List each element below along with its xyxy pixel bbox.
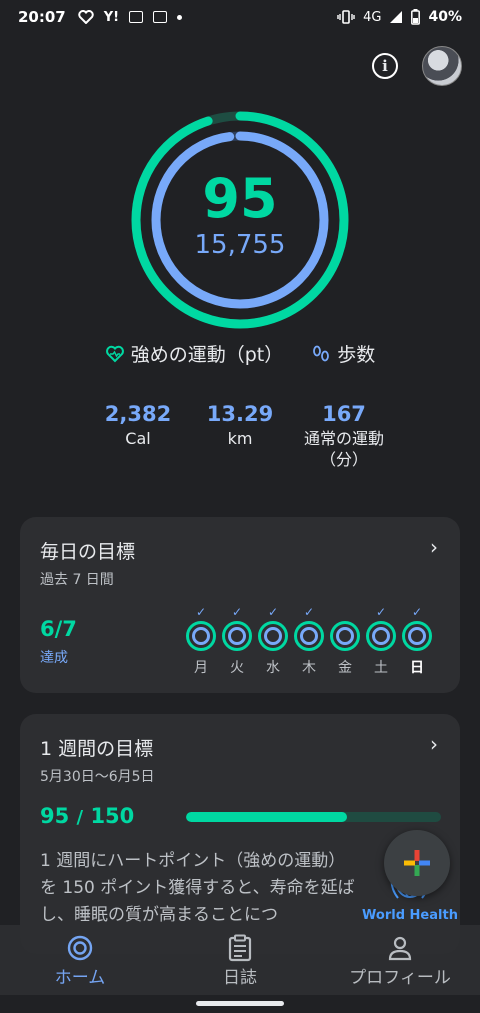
daily-goal-achieved: 6/7 [40,617,77,641]
stat-distance: 13.29 km [200,402,280,450]
signal-icon [390,11,403,23]
stat-calories: 2,382 Cal [98,402,178,450]
dot-icon [177,14,183,20]
day-label: 日 [410,660,424,676]
daily-goal-title: 毎日の目標 [40,541,136,563]
day-label: 月 [194,660,208,676]
check-icon: ✓ [303,605,315,619]
day-ring [366,621,396,651]
stat-value: 13.29 [206,402,274,426]
plus-icon [404,850,430,876]
info-icon[interactable]: i [372,53,398,79]
day-ring [294,621,324,651]
avatar[interactable] [422,46,462,86]
check-icon: ✓ [195,605,207,619]
day-ring [402,621,432,651]
bottom-navigation: ホーム 日誌 プロフィール [0,925,480,995]
day-label: 水 [266,660,280,676]
weekly-goal-current: 95 [40,804,70,828]
profile-icon [388,936,412,961]
legend-steps-label: 歩数 [337,344,376,366]
stat-move-minutes: 167 通常の運動（分） [296,402,392,471]
ring-values: 95 15,755 [130,110,350,330]
day-label: 火 [230,660,244,676]
yahoo-icon: Y! [103,9,120,25]
heart-points-icon [105,345,124,362]
status-bar: 20:07 Y! 4G 40% [0,0,480,34]
nav-home[interactable]: ホーム [52,933,108,988]
daily-goal-subtitle: 過去 7 日間 [40,572,114,588]
nav-journal[interactable]: 日誌 [212,933,268,988]
weekly-goal-title: 1 週間の目標 [40,738,154,760]
stat-value: 167 [322,402,366,426]
notification-icon [153,11,168,23]
weekly-goal-date-range: 5月30日～6月5日 [40,769,155,785]
journal-icon [228,934,252,962]
day-item: 金 [330,605,360,677]
weekly-goal-card[interactable]: 1 週間の目標 5月30日～6月5日 › 95 / 150 1 週間にハートポイ… [20,714,460,954]
status-right: 4G 40% [337,9,462,25]
stat-label: Cal [125,429,151,448]
check-icon: ✓ [411,605,423,619]
home-icon [67,935,93,961]
day-item: ✓ 木 [294,605,324,677]
nav-label: ホーム [54,968,106,988]
day-ring [330,621,360,651]
day-ring [186,621,216,651]
heart-points-value: 95 [202,167,278,230]
nav-label: プロフィール [349,968,451,988]
check-icon: ✓ [267,605,279,619]
add-activity-button[interactable] [384,830,450,896]
daily-goal-achieved-label: 達成 [40,650,68,666]
weekly-goal-separator: / [76,807,84,828]
day-label: 土 [374,660,388,676]
network-type: 4G [363,9,382,25]
stat-label: km [227,429,253,448]
day-ring [222,621,252,651]
legend-heart-label: 強めの運動（pt） [130,344,284,366]
weekly-goal-description: 1 週間にハートポイント（強めの運動）を 150 ポイント獲得すると、寿命を延ば… [40,851,355,925]
legend-heart-points: 強めの運動（pt） [105,340,284,367]
who-badge-label: World Health [362,908,458,923]
chevron-right-icon[interactable]: › [430,535,438,559]
weekly-goal-target: 150 [90,804,135,828]
notification-icon [129,11,144,23]
chevron-right-icon[interactable]: › [430,732,438,756]
battery-level: 40% [428,9,462,25]
battery-icon [411,9,421,25]
check-icon: ✓ [231,605,243,619]
nav-profile[interactable]: プロフィール [340,933,460,988]
steps-icon [313,345,330,361]
day-item: ✓ 日 [402,605,432,677]
day-item: ✓ 月 [186,605,216,677]
home-indicator[interactable] [196,1001,284,1006]
stat-value: 2,382 [104,402,172,426]
check-icon: ✓ [375,605,387,619]
day-item: ✓ 土 [366,605,396,677]
weekly-goal-progress-text: 95 / 150 [40,804,134,828]
header-actions: i [372,46,462,86]
day-label: 木 [302,660,316,676]
steps-value: 15,755 [194,230,286,260]
day-ring [258,621,288,651]
nav-label: 日誌 [223,968,257,988]
stat-label: 通常の運動（分） [303,429,384,469]
daily-goal-days: ✓ 月 ✓ 火 ✓ 水 ✓ 木金 ✓ 土 ✓ 日 [186,605,432,677]
daily-goal-card[interactable]: 毎日の目標 過去 7 日間 › 6/7 達成 ✓ 月 ✓ 火 ✓ 水 ✓ 木金 ✓ 土 ✓ 日 [20,517,460,693]
legend-steps: 歩数 [311,340,375,367]
ring-legend: 強めの運動（pt） 歩数 [0,340,480,367]
vibrate-icon [337,10,355,24]
weekly-goal-progress-fill [186,812,348,822]
day-item: ✓ 火 [222,605,252,677]
day-item: ✓ 水 [258,605,288,677]
weekly-goal-progress-bar [186,812,441,822]
status-time: 20:07 [18,8,66,26]
notification-icons: Y! [78,9,183,25]
day-label: 金 [338,660,352,676]
heart-icon [78,10,94,24]
